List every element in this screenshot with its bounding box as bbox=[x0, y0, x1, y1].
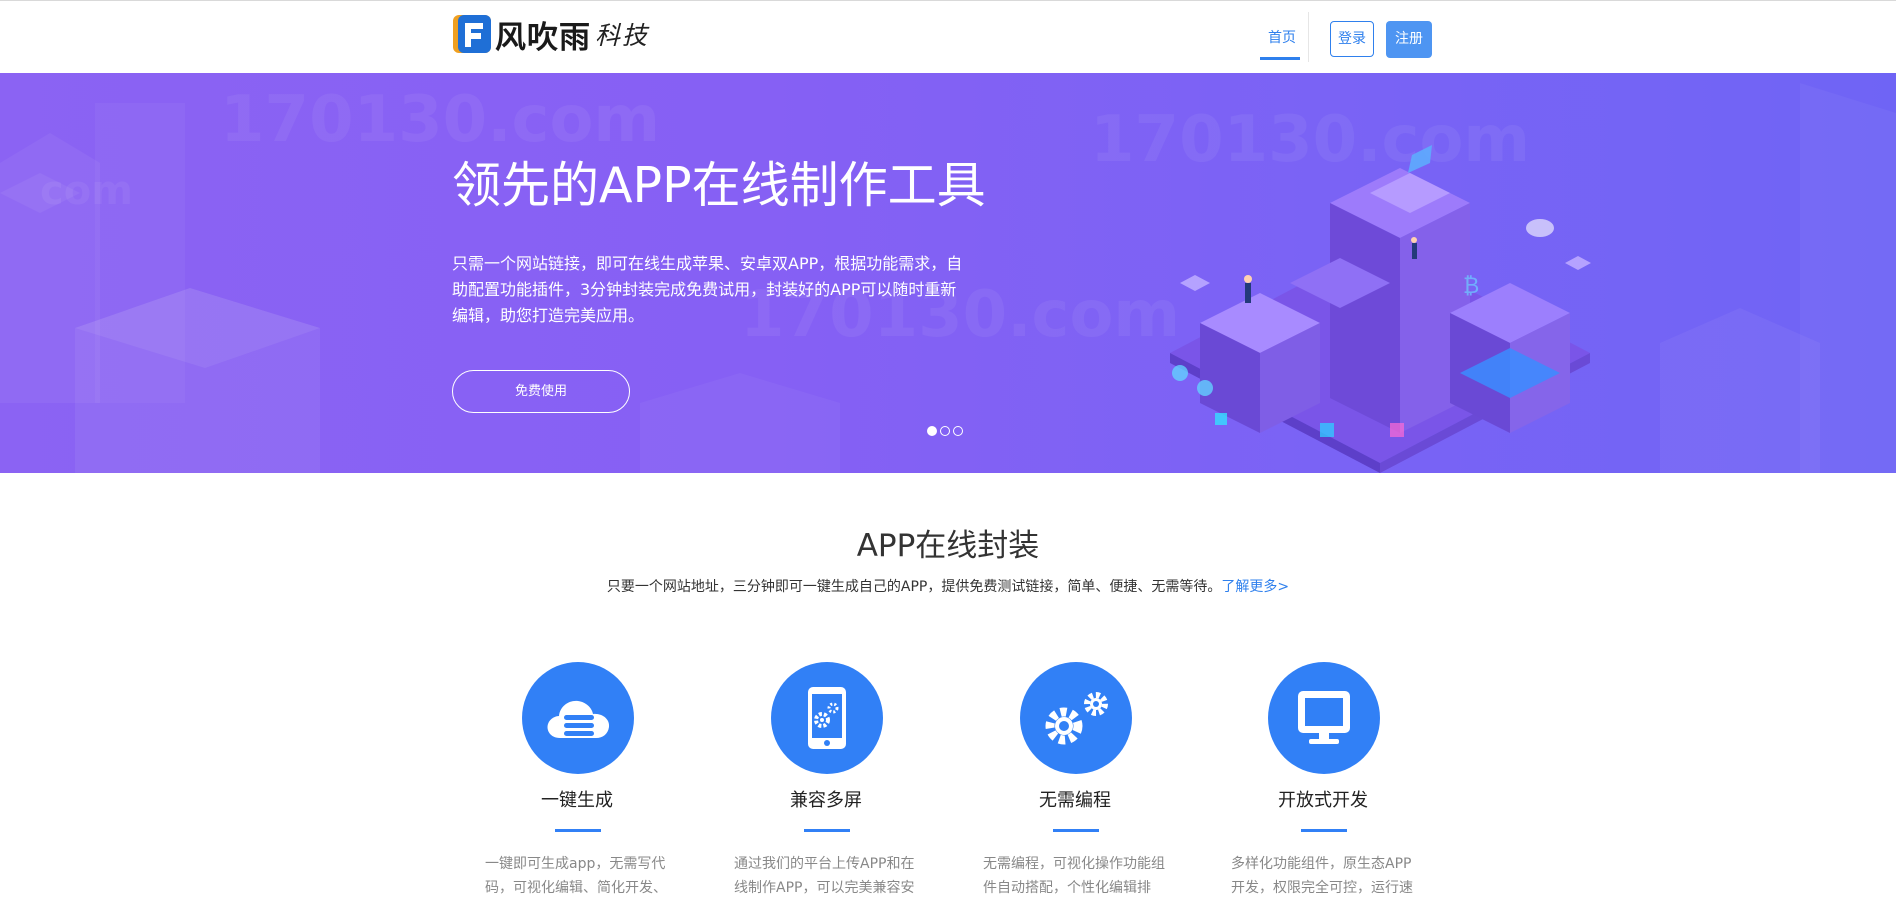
monitor-icon bbox=[1298, 691, 1350, 744]
feature-divider bbox=[804, 829, 850, 832]
learn-more-link[interactable]: 了解更多> bbox=[1221, 579, 1289, 595]
hero-description: 只需一个网站链接，即可在线生成苹果、安卓双APP，根据功能需求，自助配置功能插件… bbox=[452, 254, 963, 325]
carousel-dot[interactable] bbox=[927, 426, 937, 436]
carousel-dot[interactable] bbox=[940, 426, 950, 436]
mobile-gear-icon bbox=[808, 687, 846, 749]
feature-description: 通过我们的平台上传APP和在线制作APP，可以完美兼容安 bbox=[734, 856, 915, 896]
feature-description: 一键即可生成app，无需写代码，可视化编辑、简化开发、 bbox=[485, 856, 667, 896]
feature-icon-circle bbox=[522, 662, 634, 774]
cloud-database-icon bbox=[547, 700, 610, 738]
feature-title: 开放式开发 bbox=[1278, 790, 1368, 811]
logo-f-icon bbox=[453, 15, 491, 53]
logo[interactable]: 风吹雨 科技 bbox=[453, 13, 650, 56]
hero-title: 领先的APP在线制作工具 bbox=[452, 157, 986, 214]
feature-divider bbox=[1053, 829, 1099, 832]
register-button[interactable]: 注册 bbox=[1386, 21, 1432, 58]
feature-title: 无需编程 bbox=[1039, 790, 1111, 811]
isometric-city-illustration: ₿ bbox=[1170, 145, 1591, 473]
site-header: 风吹雨 科技 首页 登录 注册 bbox=[0, 1, 1896, 73]
gears-icon bbox=[1045, 692, 1108, 745]
feature-icon-circle bbox=[1020, 662, 1132, 774]
section-subtitle: 只要一个网站地址，三分钟即可一键生成自己的APP，提供免费测试链接，简单、便捷、… bbox=[0, 576, 1896, 596]
login-button[interactable]: 登录 bbox=[1330, 21, 1374, 57]
section-subtitle-text: 只要一个网站地址，三分钟即可一键生成自己的APP，提供免费测试链接，简单、便捷、… bbox=[606, 579, 1222, 595]
logo-subtext: 科技 bbox=[595, 21, 650, 50]
nav-active-indicator bbox=[1260, 57, 1300, 60]
free-trial-button[interactable]: 免费使用 bbox=[452, 370, 630, 413]
feature-divider bbox=[555, 829, 601, 832]
feature-title: 一键生成 bbox=[541, 790, 613, 811]
nav-home-link[interactable]: 首页 bbox=[1260, 27, 1304, 47]
carousel-indicators bbox=[927, 426, 963, 436]
feature-icon-circle bbox=[771, 662, 883, 774]
feature-icon-circle bbox=[1268, 662, 1380, 774]
feature-description: 多样化功能组件，原生态APP开发，权限完全可控，运行速 bbox=[1231, 856, 1413, 896]
watermark-text: com bbox=[40, 168, 133, 214]
feature-description: 无需编程，可视化操作功能组件自动搭配，个性化编辑排 bbox=[983, 856, 1165, 896]
hero-banner: 170130.com 170130.com 170130.com com 领先的… bbox=[0, 73, 1896, 473]
section-title: APP在线封装 bbox=[856, 528, 1040, 564]
nav-divider bbox=[1308, 12, 1309, 62]
carousel-dot[interactable] bbox=[953, 426, 963, 436]
feature-divider bbox=[1301, 829, 1347, 832]
svg-text:₿: ₿ bbox=[1463, 274, 1479, 299]
feature-title: 兼容多屏 bbox=[790, 790, 862, 811]
logo-text: 风吹雨 bbox=[495, 19, 591, 56]
